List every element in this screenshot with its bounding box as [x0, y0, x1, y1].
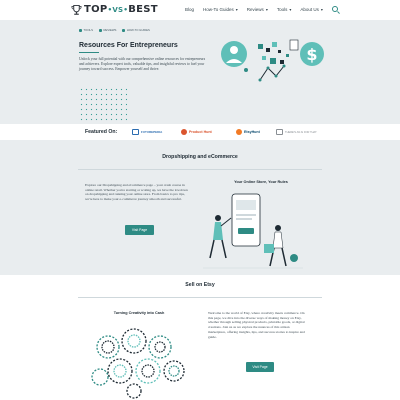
nav-item-tools[interactable]: Tools ▾ — [277, 7, 292, 12]
etsy-creativity-illustration — [91, 328, 185, 399]
chevron-down-icon: ▾ — [320, 6, 323, 12]
product-hunt-icon — [181, 129, 187, 135]
dropshipping-illustration-title: Your Online Store, Your Rules — [234, 180, 288, 184]
breadcrumb-label: REVIEWS — [103, 28, 117, 32]
theres-an-ai-for-that-logo[interactable]: THERE'S AN AI FOR THAT — [276, 129, 317, 135]
tag-icon — [79, 28, 82, 32]
featured-logo-label: Product Hunt — [189, 130, 212, 134]
chevron-down-icon: ▾ — [235, 6, 238, 12]
section-divider — [78, 297, 322, 298]
online-store-illustration — [203, 193, 303, 269]
logo-top: TOP — [84, 4, 108, 15]
featured-label: Featured On: — [85, 129, 118, 135]
etsyhunt-logo[interactable]: EtsyHunt — [236, 129, 260, 135]
breadcrumb-how-to-guides[interactable]: HOW-TO GUIDES — [122, 28, 150, 32]
nav-item-about-us[interactable]: About Us ▾ — [300, 7, 323, 12]
dropshipping-description: Explore our Dropshipping and eCommerce p… — [85, 183, 188, 202]
product-hunt-logo[interactable]: Product Hunt — [181, 129, 212, 135]
site-logo[interactable]: TOP•VS•BEST — [71, 3, 158, 16]
section-title: Sell on Etsy — [185, 282, 215, 288]
logo-vs: VS — [112, 6, 124, 14]
trophy-icon — [71, 4, 82, 15]
featured-on-bar: Featured On: FUTUREPEDIA Product Hunt Et… — [0, 124, 400, 140]
etsy-visit-button[interactable]: Visit Page — [246, 362, 274, 372]
tag-icon — [122, 28, 126, 32]
featured-logo-label: FUTUREPEDIA — [141, 130, 163, 134]
futurepedia-icon — [132, 129, 139, 135]
site-header: TOP•VS•BEST Blog How-To Guides ▾ Reviews… — [0, 0, 400, 20]
dot-grid-decoration — [79, 87, 127, 123]
title-underline — [79, 52, 99, 53]
chevron-down-icon: ▾ — [265, 6, 268, 12]
dropshipping-visit-button[interactable]: Visit Page — [125, 225, 154, 235]
ai-for-that-icon — [276, 129, 283, 135]
search-icon[interactable] — [331, 6, 338, 12]
nav-label: About Us — [300, 6, 319, 12]
nav-item-reviews[interactable]: Reviews ▾ — [247, 7, 268, 12]
section-title: Dropshipping and eCommerce — [162, 154, 238, 160]
chevron-down-icon: ▾ — [289, 6, 292, 12]
breadcrumb-label: HOW-TO GUIDES — [126, 28, 150, 32]
etsy-description: Welcome to the world of Etsy, where crea… — [208, 311, 305, 339]
svg-text:$: $ — [306, 45, 317, 64]
breadcrumb-reviews[interactable]: REVIEWS — [98, 28, 117, 32]
nav-item-blog[interactable]: Blog — [185, 7, 194, 12]
hero-section: TOOLS REVIEWS HOW-TO GUIDES Resources Fo… — [0, 20, 400, 124]
featured-logo-label: THERE'S AN AI FOR THAT — [285, 130, 317, 134]
etsyhunt-icon — [236, 129, 242, 135]
breadcrumb-tools[interactable]: TOOLS — [79, 28, 93, 32]
breadcrumb-label: TOOLS — [83, 28, 93, 32]
futurepedia-logo[interactable]: FUTUREPEDIA — [132, 129, 162, 135]
featured-logo-label: EtsyHunt — [244, 130, 260, 134]
etsy-illustration-title: Turning Creativity into Cash — [113, 311, 165, 315]
nav-label: How-To Guides — [203, 6, 234, 12]
dropshipping-section: Dropshipping and eCommerce Explore our D… — [0, 140, 400, 275]
page-title: Resources For Entrepreneurs — [79, 42, 178, 49]
etsy-section: Sell on Etsy Turning Creativity into Cas… — [0, 275, 400, 400]
nav-label: Reviews — [246, 6, 264, 12]
nav-label: Blog — [185, 6, 195, 12]
nav-item-how-to-guides[interactable]: How-To Guides ▾ — [203, 7, 238, 12]
tag-icon — [98, 28, 102, 32]
section-divider — [78, 169, 322, 170]
logo-best: BEST — [128, 4, 158, 15]
breadcrumb: TOOLS REVIEWS HOW-TO GUIDES — [79, 28, 150, 32]
hero-description: Unlock your full potential with our comp… — [79, 57, 206, 72]
nav-label: Tools — [276, 6, 288, 12]
main-nav: Blog How-To Guides ▾ Reviews ▾ Tools ▾ A… — [185, 6, 338, 12]
entrepreneur-illustration: $ — [221, 39, 324, 82]
